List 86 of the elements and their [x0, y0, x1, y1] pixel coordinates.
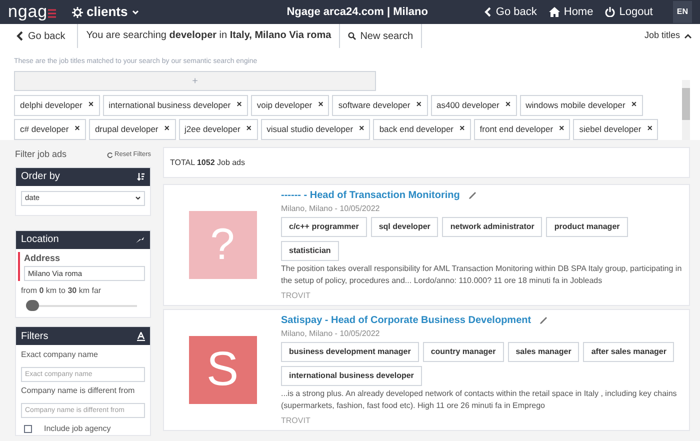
sort-icon	[137, 172, 145, 180]
back-link[interactable]: Go back	[16, 24, 78, 48]
home-icon	[548, 7, 560, 17]
remove-icon[interactable]: ×	[318, 98, 324, 112]
remove-icon[interactable]: ×	[416, 98, 422, 112]
caret-icon	[135, 196, 141, 200]
logo-mark-icon	[48, 9, 56, 18]
job-location: Milano, Milano - 10/05/2022	[281, 203, 381, 215]
gear-icon	[72, 6, 83, 18]
job-description: ...is a strong plus. An already developed network of contacts within the retail space in Italy , including key chains (supermarkets, fashion, fast food etc). High 11 ore 26 minuti fa in Emprego	[281, 388, 678, 412]
pencil-icon[interactable]	[539, 316, 548, 325]
remove-icon[interactable]: ×	[460, 122, 465, 136]
logo-text[interactable]: ngag	[8, 0, 48, 25]
remove-icon[interactable]: ×	[631, 98, 637, 112]
skill-tag[interactable]: network administrator	[442, 217, 542, 237]
remove-icon[interactable]: ×	[88, 98, 94, 112]
job-description: The position takes overall responsibility for AML Transaction Monitoring within DB SPA Italy group, participating in the setup of policy, procedures and... Lordo/anno: 110.000? 11 ore 18 minuti fa in Jobleads	[281, 263, 683, 287]
checkbox[interactable]	[24, 425, 32, 433]
font-icon	[137, 332, 145, 340]
new-search-link[interactable]: New search	[340, 24, 422, 48]
header-link[interactable]: Home	[548, 4, 594, 20]
job-location: Milano, Milano - 10/05/2022	[281, 328, 381, 340]
header-link[interactable]: Go back	[484, 4, 537, 20]
clients-menu[interactable]: clients	[86, 2, 139, 22]
job-title-tag[interactable]: drupal developer ×	[88, 118, 176, 140]
skill-tag[interactable]: sql developer	[370, 217, 438, 237]
skill-tag[interactable]: business development manager	[281, 342, 419, 362]
job-title-tag[interactable]: international business developer ×	[102, 94, 248, 116]
job-title-tag[interactable]: siebel developer ×	[573, 118, 658, 140]
panel-title: Location	[21, 233, 59, 247]
power-icon	[605, 7, 616, 17]
skill-tag[interactable]: product manager	[546, 217, 628, 237]
pencil-icon[interactable]	[468, 191, 477, 200]
remove-icon[interactable]: ×	[359, 122, 364, 136]
remove-icon[interactable]: ×	[559, 122, 564, 136]
filter-title: Filter job ads	[15, 148, 67, 161]
job-source: TROVIT	[281, 290, 312, 302]
skill-tag[interactable]: after sales manager	[583, 342, 674, 362]
field-label: Exact company name	[21, 350, 99, 360]
slider-thumb[interactable]	[26, 300, 39, 311]
skill-tag[interactable]: sales manager	[508, 342, 580, 362]
skill-tag[interactable]: international business developer	[281, 366, 422, 386]
job-title-tag[interactable]: as400 developer ×	[430, 94, 517, 116]
search-summary: You are searching developer in Italy, Milano Via roma	[78, 24, 340, 48]
remove-icon[interactable]: ×	[246, 122, 252, 136]
skill-tag[interactable]: country manager	[422, 342, 504, 362]
field-label: Company name is different from	[21, 386, 136, 396]
checkbox-label: Include job agency	[44, 423, 111, 435]
panel-title: Order by	[21, 170, 60, 184]
job-title-tag[interactable]: j2ee developer ×	[178, 118, 258, 140]
scrollbar[interactable]	[682, 80, 690, 140]
job-title-tag[interactable]: front end developer ×	[474, 118, 570, 140]
job-titles-toggle[interactable]: Job titles	[644, 29, 692, 43]
chevron-icon	[684, 33, 692, 39]
skill-tag[interactable]: c/c++ programmer	[281, 217, 367, 237]
caret-icon	[132, 10, 139, 14]
job-title-tag[interactable]: c# developer ×	[14, 118, 86, 140]
job-title-tag[interactable]: back end developer ×	[373, 118, 471, 140]
job-title-link[interactable]: Satispay - Head of Corporate Business Development	[281, 313, 532, 328]
job-title-tag[interactable]: software developer ×	[332, 94, 428, 116]
page-title: Ngage arca24.com | Milano	[286, 4, 428, 20]
job-title-tag[interactable]: visual studio developer ×	[260, 118, 370, 140]
remove-icon[interactable]: ×	[74, 122, 80, 136]
remove-icon[interactable]: ×	[505, 98, 511, 112]
language-button[interactable]: EN	[672, 1, 692, 23]
job-title-link[interactable]: ------ - Head of Transaction Monitoring	[281, 188, 460, 203]
job-title-tag[interactable]: delphi developer ×	[14, 94, 100, 116]
company-logo: ?	[188, 211, 256, 279]
job-title-tag[interactable]: voip developer ×	[250, 94, 330, 116]
distance-range-text: from 0 km to 30 km far	[20, 285, 102, 297]
remove-icon[interactable]: ×	[236, 98, 242, 112]
header-link[interactable]: Logout	[605, 4, 653, 20]
chevron-left-icon	[16, 31, 24, 41]
remove-icon[interactable]: ×	[647, 122, 652, 136]
job-source: TROVIT	[281, 415, 312, 427]
refresh-icon	[106, 152, 113, 158]
panel-title: Filters	[21, 330, 48, 344]
chevron-left-icon	[484, 7, 492, 17]
total-count: TOTAL 1052 Job ads	[163, 147, 690, 178]
address-label: Address	[24, 252, 62, 264]
remove-icon[interactable]: ×	[164, 122, 170, 136]
distance-slider[interactable]	[26, 300, 137, 312]
search-icon	[348, 32, 356, 40]
job-title-tag[interactable]: windows mobile developer ×	[520, 94, 643, 116]
company-logo: S	[188, 336, 256, 404]
skill-tag[interactable]: statistician	[281, 241, 339, 261]
